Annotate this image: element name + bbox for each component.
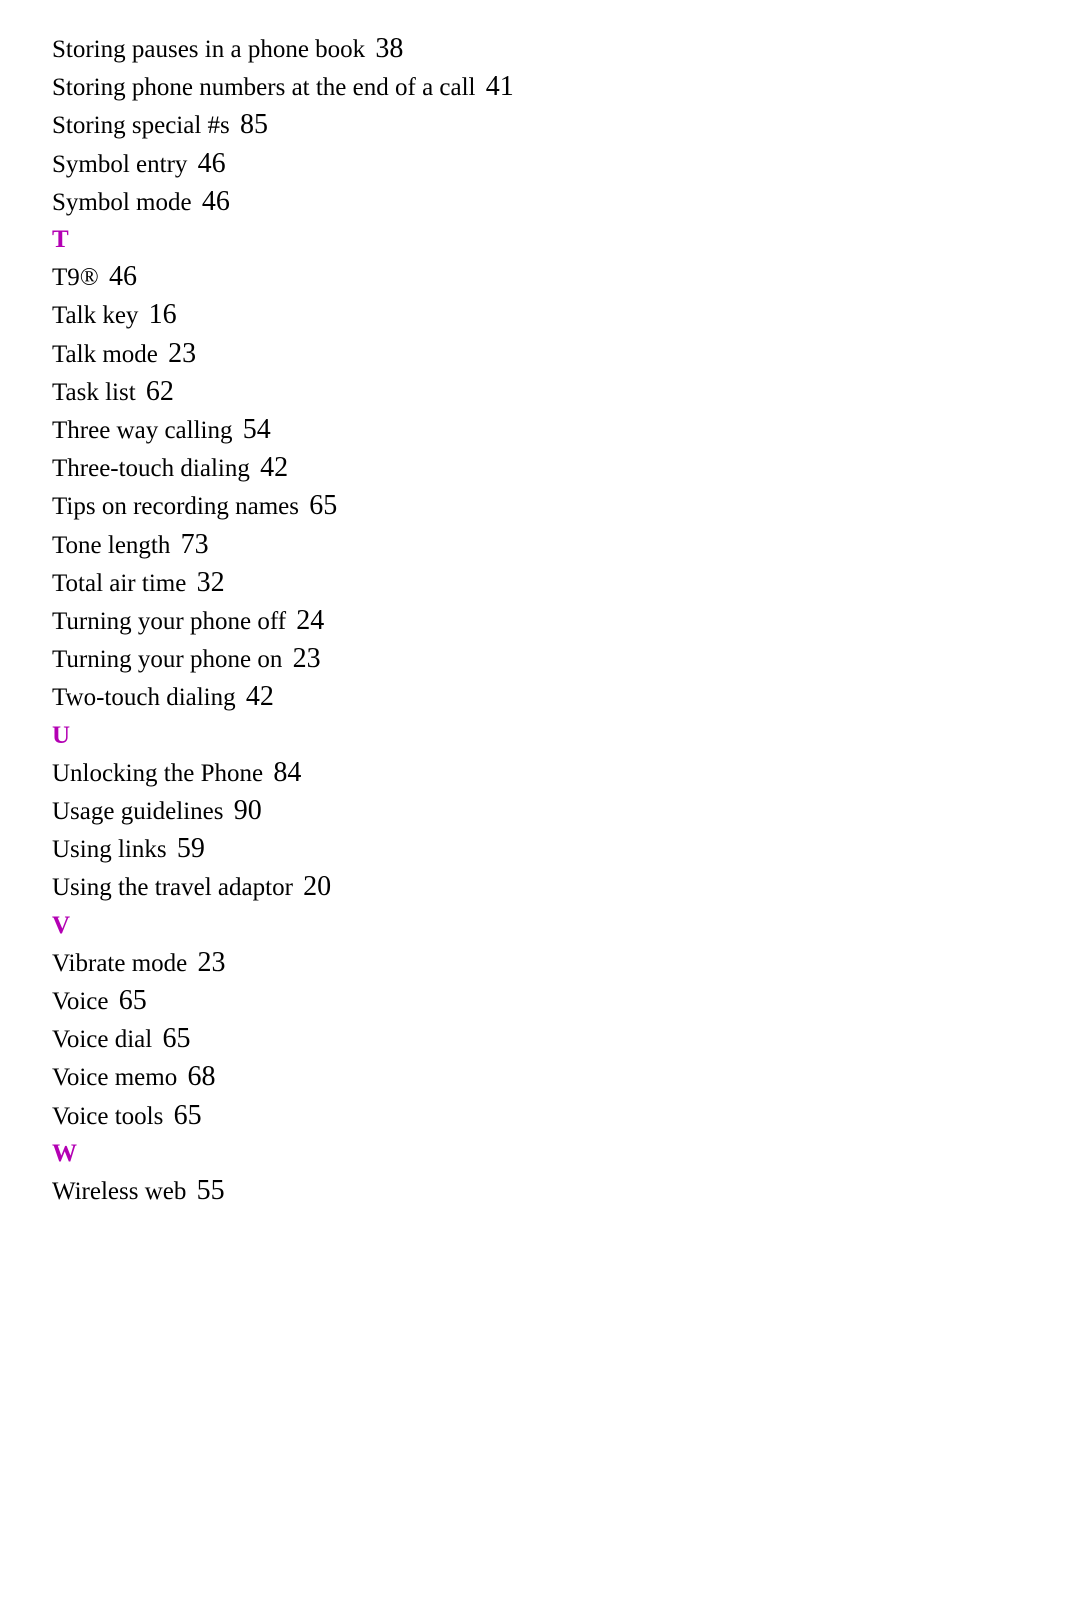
index-entry: T9® 46 xyxy=(52,258,1080,296)
index-container: Storing pauses in a phone book 38Storing… xyxy=(52,30,1080,1210)
index-entry: Tips on recording names 65 xyxy=(52,487,1080,525)
entry-page: 65 xyxy=(162,1023,190,1054)
entry-page: 20 xyxy=(303,871,331,902)
index-entry: Voice memo 68 xyxy=(52,1058,1080,1096)
entry-page: 65 xyxy=(309,490,337,521)
index-entry: Symbol mode 46 xyxy=(52,183,1080,221)
entry-page: 59 xyxy=(177,833,205,864)
entry-page: 32 xyxy=(197,567,225,598)
entry-text: Total air time xyxy=(52,570,186,597)
index-entry: Task list 62 xyxy=(52,373,1080,411)
entry-text: Storing phone numbers at the end of a ca… xyxy=(52,74,476,101)
index-entry: Turning your phone off 24 xyxy=(52,602,1080,640)
index-entry: Using links 59 xyxy=(52,830,1080,868)
index-entry: Three-touch dialing 42 xyxy=(52,449,1080,487)
entry-page: 46 xyxy=(202,186,230,217)
entry-page: 84 xyxy=(273,757,301,788)
entry-page: 23 xyxy=(168,338,196,369)
entry-page: 42 xyxy=(260,452,288,483)
entry-page: 73 xyxy=(181,529,209,560)
entry-page: 46 xyxy=(198,148,226,179)
entry-page: 68 xyxy=(187,1061,215,1092)
entry-page: 65 xyxy=(174,1100,202,1131)
entry-text: Three-touch dialing xyxy=(52,455,250,482)
entry-page: 46 xyxy=(109,261,137,292)
entry-text: Using links xyxy=(52,836,167,863)
entry-text: Task list xyxy=(52,379,136,406)
section-header: U xyxy=(52,717,1080,754)
entry-text: Symbol mode xyxy=(52,189,192,216)
section-header: W xyxy=(52,1135,1080,1172)
index-entry: Total air time 32 xyxy=(52,564,1080,602)
index-entry: Storing pauses in a phone book 38 xyxy=(52,30,1080,68)
entry-page: 42 xyxy=(246,681,274,712)
entry-page: 55 xyxy=(197,1175,225,1206)
entry-page: 54 xyxy=(243,414,271,445)
entry-page: 65 xyxy=(119,985,147,1016)
index-entry: Two-touch dialing 42 xyxy=(52,678,1080,716)
index-entry: Talk key 16 xyxy=(52,296,1080,334)
index-entry: Unlocking the Phone 84 xyxy=(52,754,1080,792)
index-entry: Storing phone numbers at the end of a ca… xyxy=(52,68,1080,106)
entry-page: 41 xyxy=(486,71,514,102)
entry-text: Usage guidelines xyxy=(52,798,223,825)
entry-page: 85 xyxy=(240,109,268,140)
index-entry: Turning your phone on 23 xyxy=(52,640,1080,678)
entry-text: Turning your phone on xyxy=(52,646,282,673)
index-entry: Wireless web 55 xyxy=(52,1172,1080,1210)
entry-text: Talk mode xyxy=(52,341,158,368)
index-entry: Usage guidelines 90 xyxy=(52,792,1080,830)
entry-text: Vibrate mode xyxy=(52,950,187,977)
index-entry: Storing special #s 85 xyxy=(52,106,1080,144)
index-entry: Vibrate mode 23 xyxy=(52,944,1080,982)
index-entry: Three way calling 54 xyxy=(52,411,1080,449)
entry-page: 16 xyxy=(149,299,177,330)
index-entry: Tone length 73 xyxy=(52,526,1080,564)
section-header: T xyxy=(52,221,1080,258)
entry-page: 38 xyxy=(375,33,403,64)
entry-text: Wireless web xyxy=(52,1178,186,1205)
entry-page: 23 xyxy=(293,643,321,674)
entry-text: Tone length xyxy=(52,532,170,559)
entry-text: Unlocking the Phone xyxy=(52,760,263,787)
entry-text: Turning your phone off xyxy=(52,608,286,635)
entry-text: Storing pauses in a phone book xyxy=(52,36,365,63)
index-entry: Using the travel adaptor 20 xyxy=(52,868,1080,906)
index-entry: Voice 65 xyxy=(52,982,1080,1020)
entry-page: 90 xyxy=(234,795,262,826)
entry-text: Two-touch dialing xyxy=(52,684,236,711)
index-entry: Symbol entry 46 xyxy=(52,145,1080,183)
entry-page: 62 xyxy=(146,376,174,407)
index-entry: Voice dial 65 xyxy=(52,1020,1080,1058)
entry-text: Voice dial xyxy=(52,1026,152,1053)
entry-page: 23 xyxy=(198,947,226,978)
entry-text: Voice tools xyxy=(52,1103,163,1130)
section-header: V xyxy=(52,907,1080,944)
entry-text: Tips on recording names xyxy=(52,493,299,520)
entry-page: 24 xyxy=(296,605,324,636)
entry-text: Talk key xyxy=(52,302,138,329)
index-entry: Voice tools 65 xyxy=(52,1097,1080,1135)
entry-text: Storing special #s xyxy=(52,112,230,139)
entry-text: Using the travel adaptor xyxy=(52,874,293,901)
index-entry: Talk mode 23 xyxy=(52,335,1080,373)
entry-text: T9® xyxy=(52,264,99,291)
entry-text: Symbol entry xyxy=(52,151,187,178)
entry-text: Voice memo xyxy=(52,1064,177,1091)
entry-text: Three way calling xyxy=(52,417,232,444)
entry-text: Voice xyxy=(52,988,108,1015)
